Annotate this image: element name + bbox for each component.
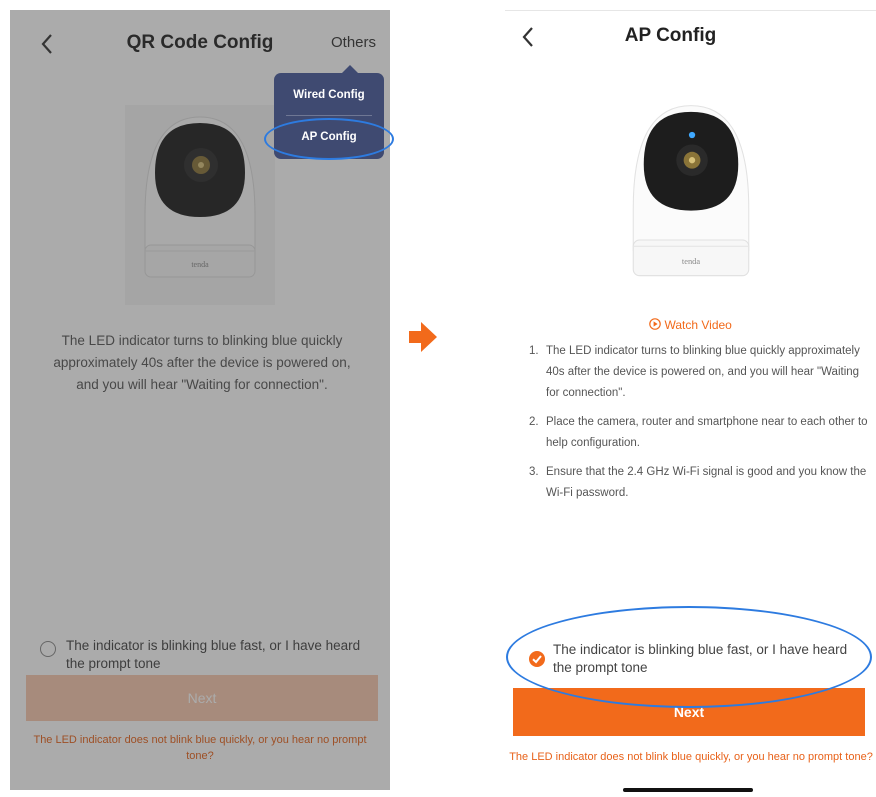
- page-title: AP Config: [624, 25, 717, 46]
- step-number: 2.: [529, 416, 539, 428]
- step-text: Place the camera, router and smartphone …: [546, 416, 868, 449]
- step-item: 2. Place the camera, router and smartpho…: [529, 412, 869, 454]
- step-text: Ensure that the 2.4 GHz Wi-Fi signal is …: [546, 466, 867, 499]
- instruction-steps: 1. The LED indicator turns to blinking b…: [529, 341, 869, 512]
- watch-video-link[interactable]: Watch Video: [505, 318, 876, 332]
- home-indicator: [623, 788, 753, 792]
- step-text: The LED indicator turns to blinking blue…: [546, 345, 860, 399]
- nav-bar: AP Config: [505, 21, 876, 55]
- menu-divider: [286, 115, 372, 116]
- menu-item-wired-config[interactable]: Wired Config: [274, 75, 384, 115]
- highlight-ring: [264, 118, 394, 160]
- arrow-right-icon: [409, 322, 437, 352]
- step-number: 3.: [529, 466, 539, 478]
- camera-brand: tenda: [682, 257, 700, 266]
- camera-image: tenda: [612, 93, 770, 303]
- help-link[interactable]: The LED indicator does not blink blue qu…: [509, 749, 873, 765]
- play-circle-icon: [649, 318, 661, 330]
- highlight-ring: [506, 606, 872, 708]
- step-item: 1. The LED indicator turns to blinking b…: [529, 341, 869, 404]
- step-item: 3. Ensure that the 2.4 GHz Wi-Fi signal …: [529, 462, 869, 504]
- step-number: 1.: [529, 345, 539, 357]
- watch-video-label: Watch Video: [664, 318, 732, 332]
